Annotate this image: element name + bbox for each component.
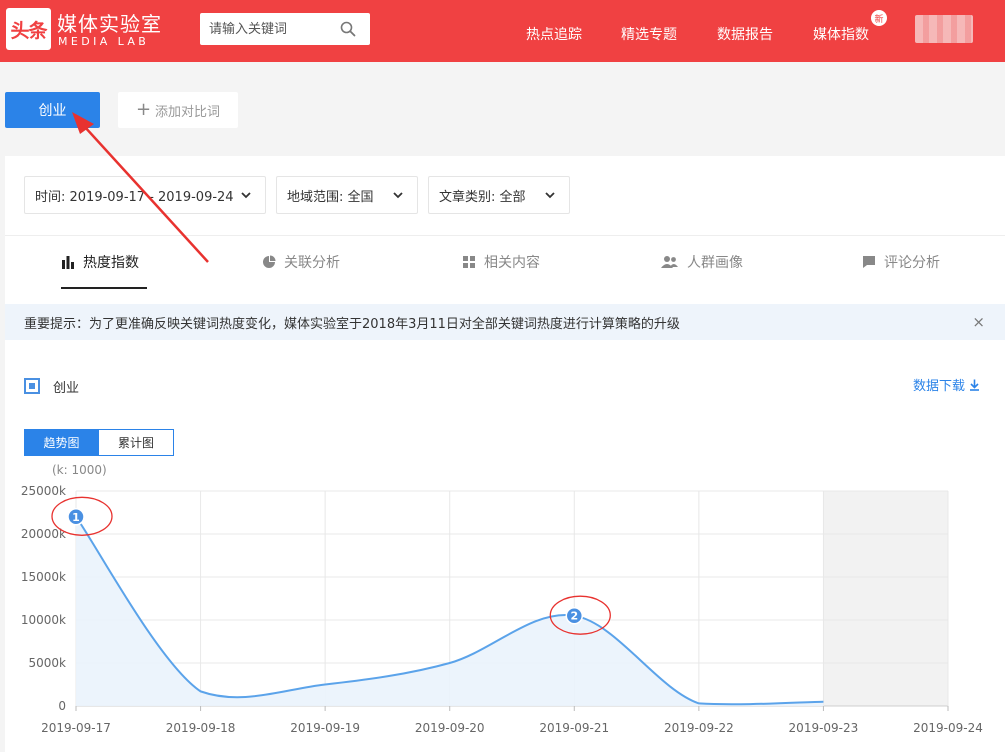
x-tick-label: 2019-09-24: [913, 721, 983, 735]
event-marker-label: 2: [570, 610, 578, 623]
x-tick-label: 2019-09-19: [290, 721, 360, 735]
event-marker-label: 1: [72, 511, 80, 524]
y-tick-label: 10000k: [21, 613, 66, 627]
x-tick-label: 2019-09-20: [415, 721, 485, 735]
x-tick-label: 2019-09-23: [789, 721, 859, 735]
x-tick-label: 2019-09-22: [664, 721, 734, 735]
y-tick-label: 0: [58, 699, 66, 713]
heat-trend-chart: 05000k10000k15000k20000k25000k2019-09-17…: [21, 484, 983, 735]
x-tick-label: 2019-09-17: [41, 721, 111, 735]
y-tick-label: 15000k: [21, 570, 66, 584]
y-tick-label: 5000k: [29, 656, 67, 670]
x-tick-label: 2019-09-18: [166, 721, 236, 735]
future-range-shade: [823, 491, 948, 706]
y-tick-label: 25000k: [21, 484, 66, 498]
x-tick-label: 2019-09-21: [539, 721, 609, 735]
